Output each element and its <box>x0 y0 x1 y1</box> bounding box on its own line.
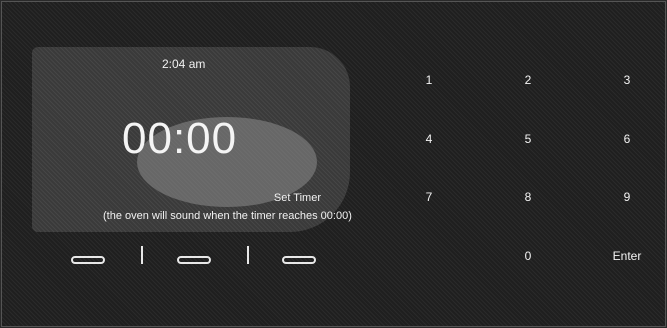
timer-input-slot-2[interactable] <box>177 256 211 264</box>
set-timer-label: Set Timer <box>273 192 321 204</box>
key-0[interactable]: 0 <box>508 244 548 268</box>
clock-time: 2:04 am <box>162 57 206 71</box>
key-4[interactable]: 4 <box>409 127 449 151</box>
timer-input-slot-3[interactable] <box>282 256 316 264</box>
key-1[interactable]: 1 <box>409 68 449 92</box>
oven-timer-screen: 2:04 am 00:00 Set Timer (the oven will s… <box>1 1 666 327</box>
key-9[interactable]: 9 <box>607 185 647 209</box>
slot-separator <box>141 246 143 264</box>
key-5[interactable]: 5 <box>508 127 548 151</box>
key-3[interactable]: 3 <box>607 68 647 92</box>
timer-hint: (the oven will sound when the timer reac… <box>103 210 352 222</box>
key-2[interactable]: 2 <box>508 68 548 92</box>
timer-input-slot-1[interactable] <box>71 256 105 264</box>
key-7[interactable]: 7 <box>409 185 449 209</box>
timer-readout: 00:00 <box>122 114 238 163</box>
enter-button[interactable]: Enter <box>607 244 647 268</box>
key-6[interactable]: 6 <box>607 127 647 151</box>
slot-separator <box>247 246 249 264</box>
key-8[interactable]: 8 <box>508 185 548 209</box>
